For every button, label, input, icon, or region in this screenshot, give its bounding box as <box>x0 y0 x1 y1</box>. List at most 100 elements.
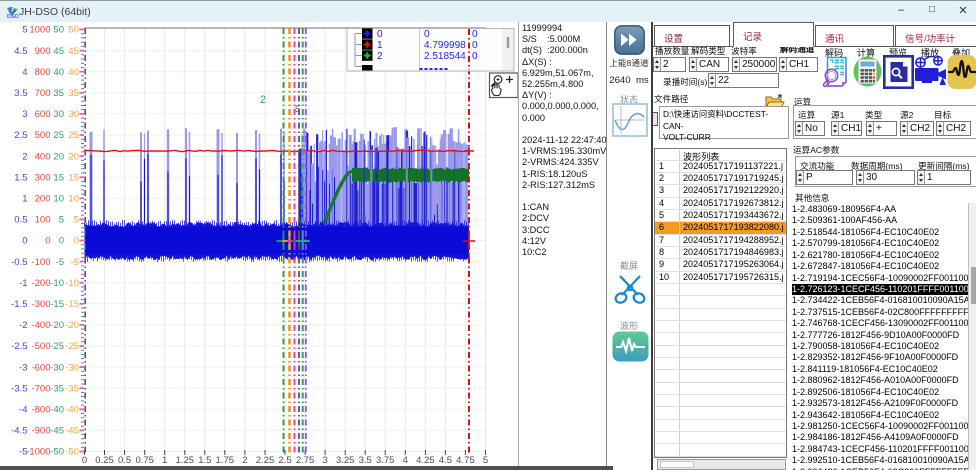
svg-text:-10: -10 <box>50 278 64 289</box>
svg-text:-50: -50 <box>50 447 64 458</box>
svg-text:-0.5: -0.5 <box>11 257 27 268</box>
svg-text:10: 10 <box>68 194 79 205</box>
svg-text:-45: -45 <box>50 426 64 437</box>
svg-text:0: 0 <box>472 29 478 40</box>
svg-text:0: 0 <box>377 29 383 40</box>
svg-text:2.518544: 2.518544 <box>424 51 466 62</box>
svg-text:-35: -35 <box>50 383 64 394</box>
svg-text:-1: -1 <box>19 278 27 289</box>
svg-text:1: 1 <box>377 40 383 51</box>
svg-text:35: 35 <box>53 88 64 99</box>
svg-text:-4.5: -4.5 <box>11 426 27 437</box>
svg-text:15: 15 <box>68 172 79 183</box>
svg-text:15: 15 <box>53 172 64 183</box>
svg-text:5: 5 <box>59 215 64 226</box>
svg-text:2: 2 <box>242 455 247 466</box>
svg-text:3.25: 3.25 <box>336 455 355 466</box>
svg-text:900: 900 <box>35 46 51 57</box>
svg-text:4.25: 4.25 <box>416 455 435 466</box>
svg-text:0.75: 0.75 <box>135 455 154 466</box>
svg-text:5: 5 <box>74 215 79 226</box>
svg-text:-600: -600 <box>31 362 50 373</box>
svg-text:2: 2 <box>377 51 383 62</box>
svg-text:3: 3 <box>22 109 27 120</box>
svg-text:3.5: 3.5 <box>14 88 27 99</box>
svg-text:-2.5: -2.5 <box>11 341 27 352</box>
svg-text:-50: -50 <box>65 447 79 458</box>
svg-text:25: 25 <box>53 130 64 141</box>
svg-text:-900: -900 <box>31 426 50 437</box>
svg-text:2.5: 2.5 <box>278 455 291 466</box>
svg-text:-20: -20 <box>50 320 64 331</box>
svg-text:2: 2 <box>260 94 266 106</box>
svg-text:700: 700 <box>35 88 51 99</box>
svg-text:0: 0 <box>472 51 478 62</box>
svg-text:300: 300 <box>35 172 51 183</box>
svg-text:25: 25 <box>68 130 79 141</box>
svg-text:0.5: 0.5 <box>118 455 131 466</box>
svg-text:-400: -400 <box>31 320 50 331</box>
svg-text:-1.5: -1.5 <box>11 299 27 310</box>
svg-text:-10: -10 <box>65 278 79 289</box>
svg-text:-30: -30 <box>65 362 79 373</box>
svg-text:-500: -500 <box>31 341 50 352</box>
svg-text:DSO: DSO <box>7 14 19 19</box>
svg-text:0: 0 <box>45 236 50 247</box>
svg-text:0: 0 <box>472 40 478 51</box>
svg-text:30: 30 <box>68 109 79 120</box>
svg-text:600: 600 <box>35 109 51 120</box>
svg-text:100: 100 <box>35 215 51 226</box>
svg-text:1.5: 1.5 <box>198 455 211 466</box>
svg-text:4.5: 4.5 <box>14 46 27 57</box>
svg-text:30: 30 <box>53 109 64 120</box>
svg-text:5: 5 <box>483 455 488 466</box>
svg-text:1.25: 1.25 <box>176 455 195 466</box>
svg-text:-30: -30 <box>50 362 64 373</box>
svg-text:20: 20 <box>68 151 79 162</box>
svg-text:3: 3 <box>322 455 327 466</box>
svg-text:400: 400 <box>35 151 51 162</box>
svg-text:-15: -15 <box>65 299 79 310</box>
svg-text:-200: -200 <box>31 278 50 289</box>
svg-text:4.799998: 4.799998 <box>424 40 466 51</box>
svg-text:2: 2 <box>22 151 27 162</box>
svg-text:-2: -2 <box>19 320 27 331</box>
svg-text:4.5: 4.5 <box>439 455 452 466</box>
svg-text:-5: -5 <box>56 257 64 268</box>
svg-text:2.75: 2.75 <box>296 455 315 466</box>
svg-text:-40: -40 <box>50 405 64 416</box>
svg-text:0: 0 <box>82 455 87 466</box>
svg-text:40: 40 <box>53 67 64 78</box>
svg-text:-3: -3 <box>19 362 27 373</box>
svg-text:500: 500 <box>35 130 51 141</box>
svg-text:0: 0 <box>424 29 430 40</box>
svg-text:40: 40 <box>68 67 79 78</box>
svg-text:0.5: 0.5 <box>14 215 27 226</box>
svg-text:1.75: 1.75 <box>216 455 235 466</box>
svg-text:45: 45 <box>53 46 64 57</box>
svg-text:-20: -20 <box>65 320 79 331</box>
svg-text:0: 0 <box>22 236 27 247</box>
svg-text:-25: -25 <box>50 341 64 352</box>
svg-text:200: 200 <box>35 194 51 205</box>
svg-text:4.75: 4.75 <box>456 455 475 466</box>
svg-text:1: 1 <box>22 194 27 205</box>
svg-text:45: 45 <box>68 46 79 57</box>
svg-text:0: 0 <box>59 236 64 247</box>
svg-text:3.5: 3.5 <box>359 455 372 466</box>
svg-text:-15: -15 <box>50 299 64 310</box>
svg-text:-700: -700 <box>31 383 50 394</box>
svg-text:-100: -100 <box>31 257 50 268</box>
svg-text:0.25: 0.25 <box>95 455 114 466</box>
svg-text:1000: 1000 <box>29 25 50 36</box>
svg-text:-35: -35 <box>65 383 79 394</box>
svg-text:1: 1 <box>162 455 167 466</box>
svg-text:4: 4 <box>403 455 408 466</box>
svg-text:-40: -40 <box>65 405 79 416</box>
svg-text:3.75: 3.75 <box>376 455 395 466</box>
svg-text:5: 5 <box>295 104 300 114</box>
svg-text:2.5: 2.5 <box>14 130 27 141</box>
svg-text:-4: -4 <box>19 405 27 416</box>
svg-text:-1000: -1000 <box>26 447 50 458</box>
svg-text:-3.5: -3.5 <box>11 383 27 394</box>
